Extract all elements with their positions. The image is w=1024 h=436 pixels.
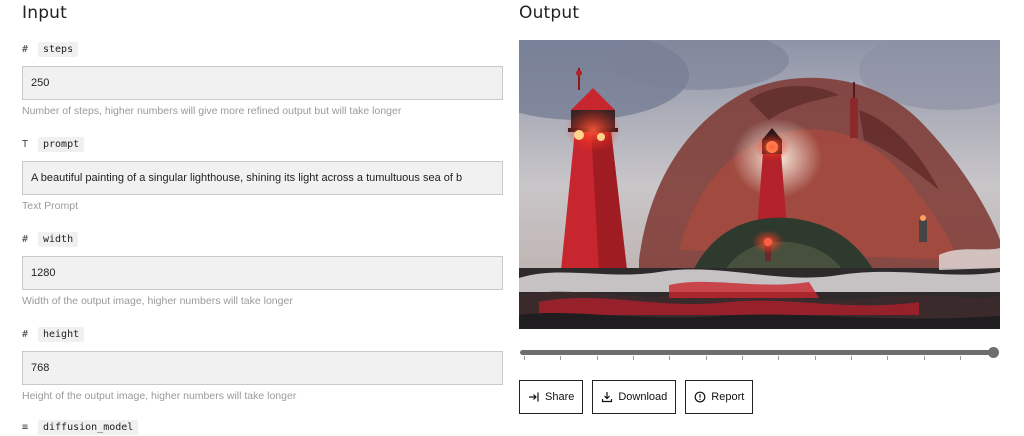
report-button[interactable]: Report — [685, 380, 754, 414]
share-icon — [529, 392, 539, 402]
share-label: Share — [545, 391, 575, 403]
number-type-icon: # — [22, 233, 29, 245]
slider-tick — [742, 356, 743, 360]
field-label-steps: steps — [38, 41, 79, 57]
field-label-prompt: prompt — [38, 136, 85, 152]
output-actions: Share Download Report — [519, 380, 754, 414]
height-input[interactable]: 768 — [22, 351, 503, 385]
width-help: Width of the output image, higher number… — [22, 295, 293, 307]
download-label: Download — [618, 391, 668, 403]
output-slider[interactable] — [519, 342, 1000, 362]
number-type-icon: # — [22, 328, 29, 340]
slider-tick — [887, 356, 888, 360]
report-label: Report — [711, 391, 745, 403]
slider-tick — [924, 356, 925, 360]
field-height: # height 768 Height of the output image,… — [22, 325, 503, 402]
slider-tick — [960, 356, 961, 360]
field-diffusion-model: ≡ diffusion_model — [22, 418, 503, 436]
prompt-input[interactable]: A beautiful painting of a singular light… — [22, 161, 503, 195]
slider-tick — [706, 356, 707, 360]
slider-track — [520, 350, 994, 355]
width-input[interactable]: 1280 — [22, 256, 503, 290]
slider-tick — [851, 356, 852, 360]
field-label-width: width — [38, 231, 79, 247]
input-title: Input — [22, 3, 68, 23]
slider-tick — [778, 356, 779, 360]
slider-tick — [524, 356, 525, 360]
slider-tick — [815, 356, 816, 360]
report-icon — [694, 391, 706, 403]
steps-input[interactable]: 250 — [22, 66, 503, 100]
output-title: Output — [519, 3, 580, 23]
output-image[interactable] — [519, 40, 1000, 329]
slider-tick — [560, 356, 561, 360]
field-prompt: T prompt A beautiful painting of a singu… — [22, 135, 503, 212]
field-label-height: height — [38, 326, 85, 342]
field-width: # width 1280 Width of the output image, … — [22, 230, 503, 307]
lighthouse-painting-icon — [519, 40, 1000, 329]
slider-tick — [669, 356, 670, 360]
download-button[interactable]: Download — [592, 380, 677, 414]
field-steps: # steps 250 Number of steps, higher numb… — [22, 40, 503, 117]
height-help: Height of the output image, higher numbe… — [22, 390, 297, 402]
slider-tick — [597, 356, 598, 360]
number-type-icon: # — [22, 43, 29, 55]
steps-help: Number of steps, higher numbers will giv… — [22, 105, 402, 117]
field-label-diffusion-model: diffusion_model — [38, 419, 139, 435]
slider-tick — [633, 356, 634, 360]
share-button[interactable]: Share — [519, 380, 584, 414]
prompt-help: Text Prompt — [22, 200, 79, 212]
text-type-icon: T — [22, 138, 29, 150]
slider-handle[interactable] — [988, 347, 999, 358]
download-icon — [602, 392, 613, 403]
